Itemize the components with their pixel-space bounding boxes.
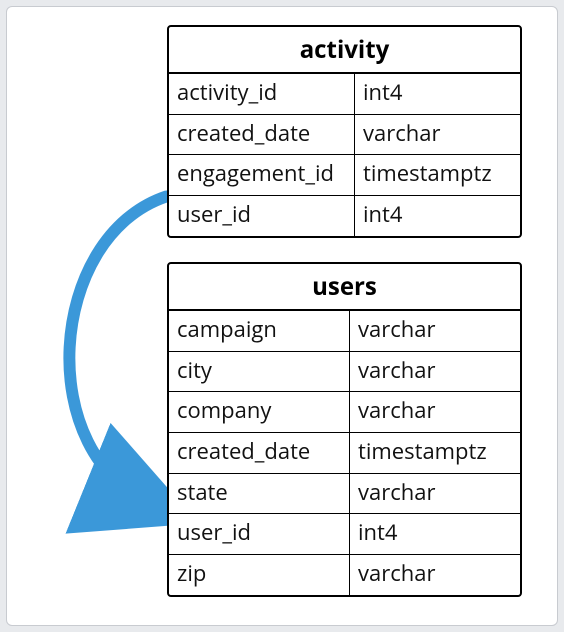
- col-type: varchar: [349, 473, 520, 514]
- col-type: int4: [354, 195, 520, 236]
- table-activity-title: activity: [169, 27, 520, 74]
- col-type: timestamptz: [354, 154, 520, 195]
- col-type: timestamptz: [349, 432, 520, 473]
- col-type: int4: [349, 513, 520, 554]
- col-name: created_date: [169, 432, 349, 473]
- col-name: city: [169, 351, 349, 392]
- col-type: varchar: [349, 351, 520, 392]
- col-name: state: [169, 473, 349, 514]
- table-users: users campaign varchar city varchar comp…: [167, 262, 522, 597]
- col-type: varchar: [354, 114, 520, 155]
- diagram-canvas: activity activity_id int4 created_date v…: [6, 6, 558, 626]
- col-type: int4: [354, 74, 520, 114]
- col-name: zip: [169, 554, 349, 595]
- col-name: campaign: [169, 311, 349, 351]
- col-type: varchar: [349, 554, 520, 595]
- col-name: activity_id: [169, 74, 354, 114]
- col-name: company: [169, 391, 349, 432]
- col-type: varchar: [349, 391, 520, 432]
- col-type: varchar: [349, 311, 520, 351]
- col-name: engagement_id: [169, 154, 354, 195]
- table-users-title: users: [169, 264, 520, 311]
- col-name: created_date: [169, 114, 354, 155]
- col-name: user_id: [169, 195, 354, 236]
- table-activity: activity activity_id int4 created_date v…: [167, 25, 522, 238]
- col-name: user_id: [169, 513, 349, 554]
